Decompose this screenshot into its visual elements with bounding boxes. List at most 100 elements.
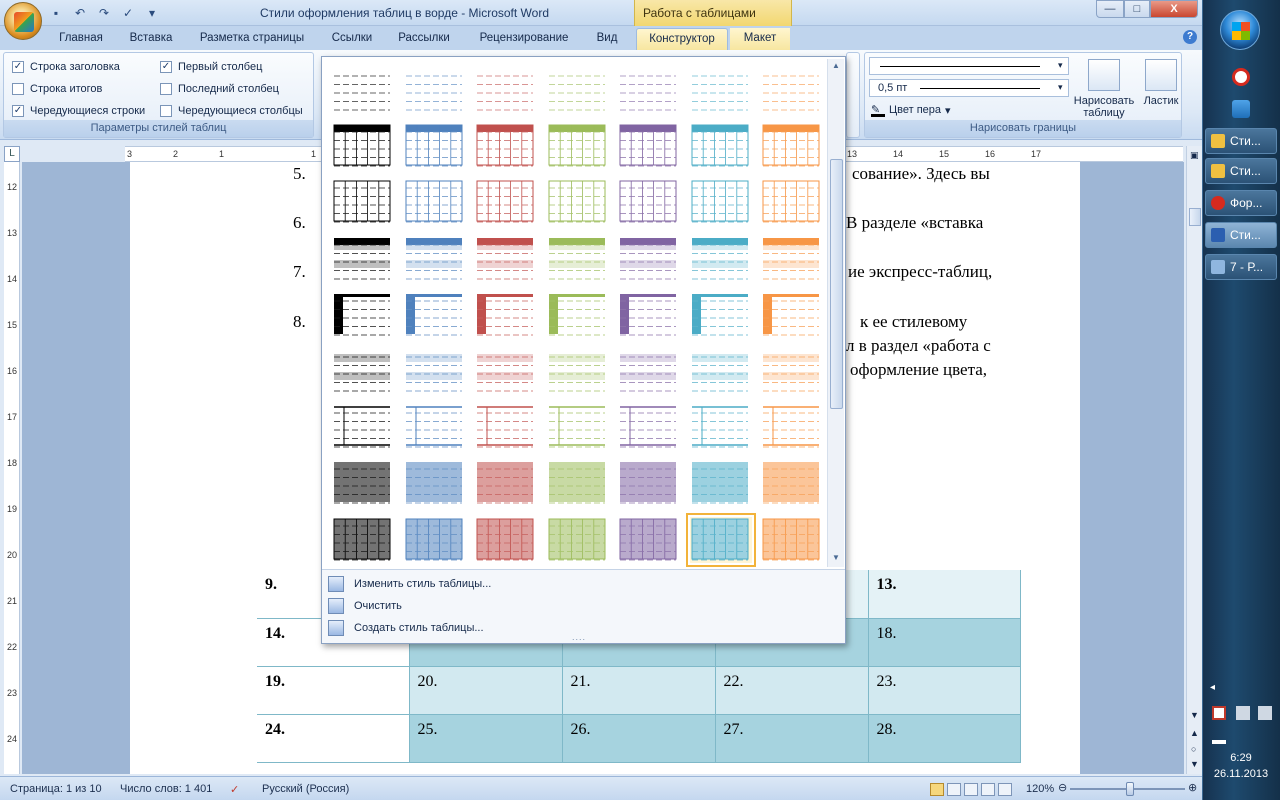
table-style-thumbnail[interactable]: [547, 517, 609, 563]
table-style-thumbnail[interactable]: [618, 67, 680, 113]
checkbox[interactable]: ✓: [160, 61, 172, 73]
clock-date[interactable]: 26.11.2013: [1202, 768, 1280, 780]
show-hidden-icons-icon[interactable]: ◂: [1210, 682, 1224, 696]
table-style-thumbnail[interactable]: [475, 460, 537, 506]
outline-icon[interactable]: [981, 783, 995, 796]
table-style-thumbnail[interactable]: [475, 517, 537, 563]
gallery-scroll-thumb[interactable]: [830, 159, 843, 409]
table-cell[interactable]: 27.: [715, 714, 869, 763]
clock-time[interactable]: 6:29: [1202, 752, 1280, 764]
table-style-thumbnail[interactable]: [618, 236, 680, 282]
table-style-thumbnail[interactable]: [761, 460, 823, 506]
table-style-thumbnail[interactable]: [761, 179, 823, 225]
start-button[interactable]: [1220, 10, 1260, 50]
table-style-thumbnail[interactable]: [547, 460, 609, 506]
draft-icon[interactable]: [998, 783, 1012, 796]
proofing-icon[interactable]: ✓: [230, 783, 239, 796]
table-styles-gallery[interactable]: ▲ ▼ Изменить стиль таблицы... Очистить С…: [321, 56, 846, 644]
table-cell[interactable]: 13.: [868, 570, 1021, 619]
browse-object-icon[interactable]: ○: [1191, 744, 1196, 754]
table-style-thumbnail[interactable]: [690, 348, 752, 394]
action-center-icon[interactable]: [1258, 706, 1272, 720]
page-count[interactable]: Страница: 1 из 10: [10, 783, 102, 795]
table-style-thumbnail[interactable]: [618, 179, 680, 225]
tab-review[interactable]: Рецензирование: [468, 28, 580, 50]
table-style-thumbnail[interactable]: [618, 404, 680, 450]
redo-icon[interactable]: ↷: [96, 5, 112, 21]
maximize-button[interactable]: □: [1124, 0, 1150, 18]
table-style-thumbnail[interactable]: [690, 179, 752, 225]
draw-table-button[interactable]: Нарисовать таблицу: [1071, 59, 1137, 119]
taskbar-item[interactable]: 7 - Р...: [1205, 254, 1277, 280]
tab-selector[interactable]: L: [4, 146, 20, 162]
table-style-thumbnail[interactable]: [475, 67, 537, 113]
table-cell[interactable]: 18.: [868, 618, 1021, 667]
eraser-button[interactable]: Ластик: [1141, 59, 1181, 107]
table-style-thumbnail[interactable]: [761, 236, 823, 282]
clear-item[interactable]: Очистить: [328, 596, 402, 616]
taskbar-item[interactable]: Сти...: [1205, 128, 1277, 154]
resize-grip[interactable]: ....: [572, 632, 586, 642]
table-style-thumbnail[interactable]: [332, 292, 394, 338]
zoom-level[interactable]: 120%: [1026, 783, 1054, 795]
zoom-in-icon[interactable]: ⊕: [1188, 781, 1197, 794]
option-last-column[interactable]: Последний столбец: [160, 83, 279, 95]
tab-references[interactable]: Ссылки: [322, 28, 382, 50]
next-page-icon[interactable]: ▼: [1190, 759, 1199, 769]
zoom-slider-handle[interactable]: [1126, 782, 1134, 796]
table-cell[interactable]: 25.: [409, 714, 563, 763]
table-style-thumbnail[interactable]: [547, 67, 609, 113]
volume-muted-icon[interactable]: [1236, 706, 1250, 720]
tab-home[interactable]: Главная: [50, 28, 112, 50]
taskbar-item[interactable]: Сти...: [1205, 158, 1277, 184]
yandex-browser-icon[interactable]: [1232, 68, 1250, 86]
table-style-thumbnail[interactable]: [404, 460, 466, 506]
checkbox[interactable]: [160, 83, 172, 95]
table-style-thumbnail[interactable]: [547, 236, 609, 282]
table-cell[interactable]: 24.: [257, 714, 410, 763]
previous-page-icon[interactable]: ▲: [1190, 728, 1199, 738]
scroll-down-icon[interactable]: ▼: [832, 553, 840, 562]
option-first-column[interactable]: ✓ Первый столбец: [160, 61, 262, 73]
help-icon[interactable]: ?: [1183, 30, 1197, 44]
table-cell[interactable]: 19.: [257, 666, 410, 715]
close-button[interactable]: X: [1150, 0, 1198, 18]
table-style-thumbnail[interactable]: [332, 460, 394, 506]
table-style-thumbnail[interactable]: [404, 123, 466, 169]
table-style-thumbnail[interactable]: [332, 236, 394, 282]
table-style-thumbnail[interactable]: [404, 67, 466, 113]
table-style-thumbnail[interactable]: [690, 292, 752, 338]
option-total-row[interactable]: Строка итогов: [12, 83, 102, 95]
taskbar-item[interactable]: Фор...: [1205, 190, 1277, 216]
spellcheck-icon[interactable]: ✓: [120, 5, 136, 21]
table-style-thumbnail[interactable]: [761, 404, 823, 450]
table-cell[interactable]: 22.: [715, 666, 869, 715]
pen-color-button[interactable]: ✎ Цвет пера ▾: [871, 103, 951, 117]
tab-page-layout[interactable]: Разметка страницы: [192, 28, 312, 50]
minimize-button[interactable]: —: [1096, 0, 1124, 18]
scroll-thumb[interactable]: [1189, 208, 1201, 226]
vertical-ruler[interactable]: 12 13 14 15 16 17 18 19 20 21 22 23 24: [4, 162, 20, 774]
table-style-thumbnail[interactable]: [547, 348, 609, 394]
table-style-thumbnail[interactable]: [404, 404, 466, 450]
table-style-thumbnail[interactable]: [761, 348, 823, 394]
tab-view[interactable]: Вид: [588, 28, 626, 50]
table-style-thumbnail[interactable]: [332, 179, 394, 225]
option-banded-rows[interactable]: ✓ Чередующиеся строки: [12, 105, 145, 117]
table-style-thumbnail[interactable]: [618, 517, 680, 563]
undo-icon[interactable]: ↶: [72, 5, 88, 21]
table-style-thumbnail[interactable]: [690, 460, 752, 506]
table-style-thumbnail[interactable]: [475, 404, 537, 450]
table-style-thumbnail[interactable]: [618, 460, 680, 506]
modify-table-style-item[interactable]: Изменить стиль таблицы...: [328, 574, 491, 594]
table-style-thumbnail[interactable]: [332, 67, 394, 113]
tab-design[interactable]: Конструктор: [636, 28, 728, 50]
table-style-thumbnail[interactable]: [690, 236, 752, 282]
line-style-select[interactable]: ▾: [869, 57, 1069, 75]
checkbox[interactable]: ✓: [12, 61, 24, 73]
office-button[interactable]: [4, 2, 42, 40]
table-style-thumbnail[interactable]: [547, 179, 609, 225]
table-style-thumbnail[interactable]: [761, 123, 823, 169]
table-style-thumbnail[interactable]: [690, 404, 752, 450]
vertical-scrollbar[interactable]: ▣ ▼ ▲ ○ ▼: [1186, 146, 1202, 774]
